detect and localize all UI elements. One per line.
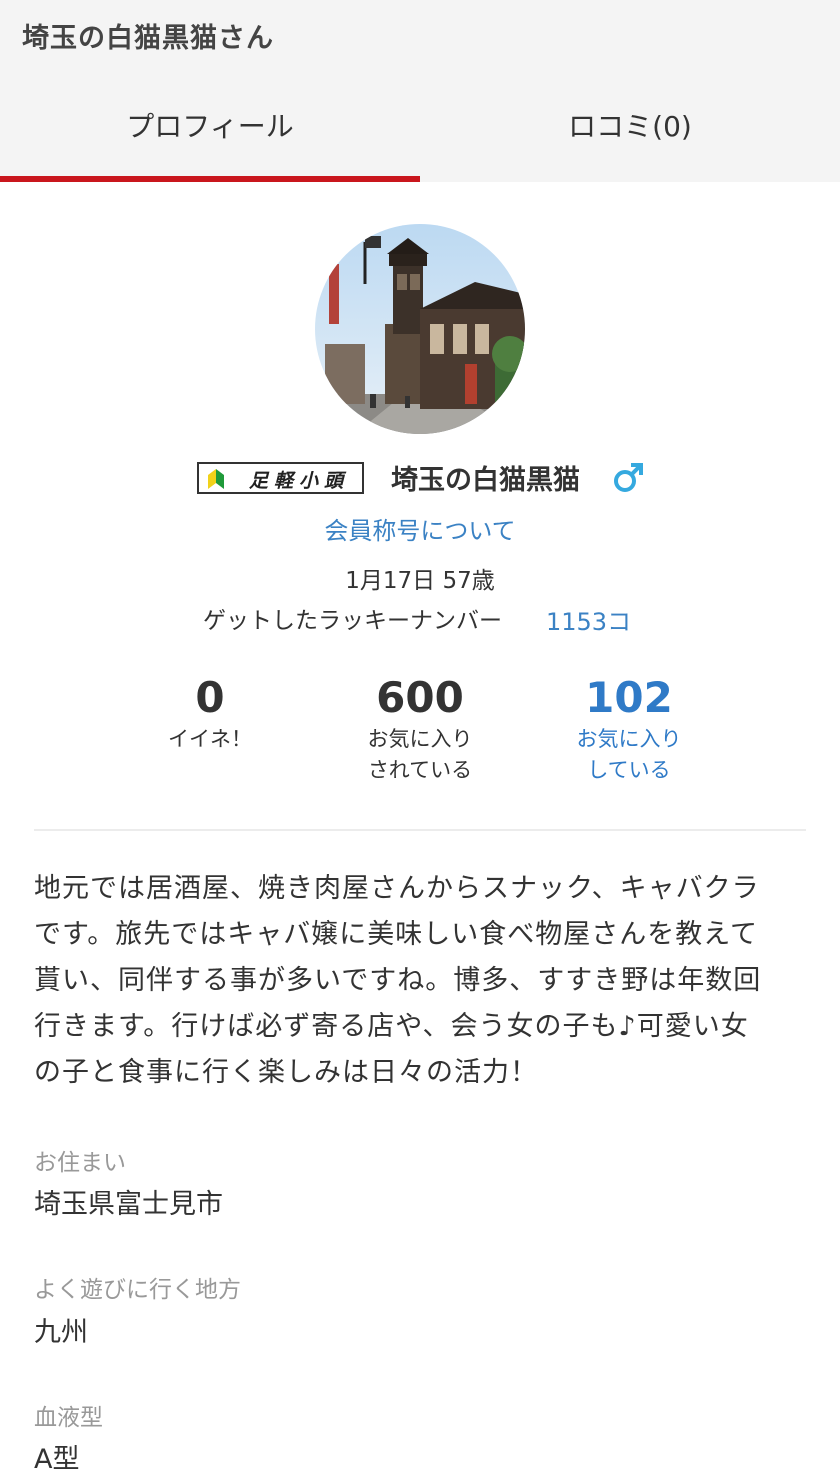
bio-line: の子と食事に行く楽しみは日々の活力！ (34, 1057, 538, 1088)
bio-line: 貰い、同伴する事が多いですね。博多、すすき野は年数回 (34, 965, 762, 996)
stat-likes: 0 イイネ！ (110, 672, 310, 755)
stat-value: 102 (585, 673, 673, 722)
beginner-leaf-icon (207, 467, 225, 495)
member-title-link[interactable]: 会員称号について (0, 511, 840, 546)
active-tab-indicator (0, 176, 420, 182)
residence-value: 埼玉県富士見市 (34, 1189, 223, 1220)
residence-label: お住まい (34, 1150, 126, 1176)
stat-label: お気に入り (367, 727, 473, 751)
stat-favorited: 600 お気に入り されている (320, 672, 520, 786)
stat-value: 600 (376, 673, 464, 722)
avatar (315, 224, 525, 434)
rank-text: 足軽小頭 (249, 470, 350, 492)
stat-label: されている (367, 758, 473, 782)
lucky-number-count[interactable]: 1153コ (546, 602, 631, 637)
lucky-number-label: ゲットしたラッキーナンバー (203, 608, 502, 634)
bio-text: 地元では居酒屋、焼き肉屋さんからスナック、キャバクラ です。旅先ではキャバ嬢に美… (34, 866, 806, 1096)
blood-type-label: 血液型 (34, 1405, 103, 1431)
male-icon (612, 460, 646, 498)
tab-profile[interactable]: プロフィール (0, 88, 420, 182)
blood-type-value: A型 (34, 1444, 80, 1475)
frequent-area-label: よく遊びに行く地方 (34, 1277, 241, 1303)
member-name-row: 足軽小頭 埼玉の白猫黒猫 (0, 456, 840, 500)
tab-bar: プロフィール ロコミ(0) (0, 88, 840, 182)
stat-favoriting[interactable]: 102 お気に入り している (529, 672, 729, 786)
stat-label: お気に入り (576, 727, 682, 751)
tab-reviews[interactable]: ロコミ(0) (420, 88, 840, 182)
stat-label: している (587, 758, 671, 782)
bio-line: 行きます。行けば必ず寄る店や、会う女の子も♪可愛い女 (34, 1011, 749, 1042)
birthday-age: 1月17日 57歳 (345, 568, 495, 594)
app-header: 埼玉の白猫黒猫さん プロフィール ロコミ(0) (0, 0, 840, 182)
stat-value: 0 (195, 673, 225, 722)
tab-reviews-label: ロコミ(0) (568, 110, 692, 143)
bio-line: です。旅先ではキャバ嬢に美味しい食べ物屋さんを教えて (34, 919, 758, 950)
rank-badge: 足軽小頭 (197, 462, 364, 494)
tab-profile-label: プロフィール (126, 110, 294, 143)
bio-line: 地元では居酒屋、焼き肉屋さんからスナック、キャバクラ (34, 873, 760, 904)
stat-label: イイネ！ (168, 727, 252, 751)
divider (34, 829, 806, 831)
member-name: 埼玉の白猫黒猫 (391, 465, 580, 496)
frequent-area-value: 九州 (34, 1317, 88, 1348)
page-title: 埼玉の白猫黒猫さん (22, 23, 274, 54)
